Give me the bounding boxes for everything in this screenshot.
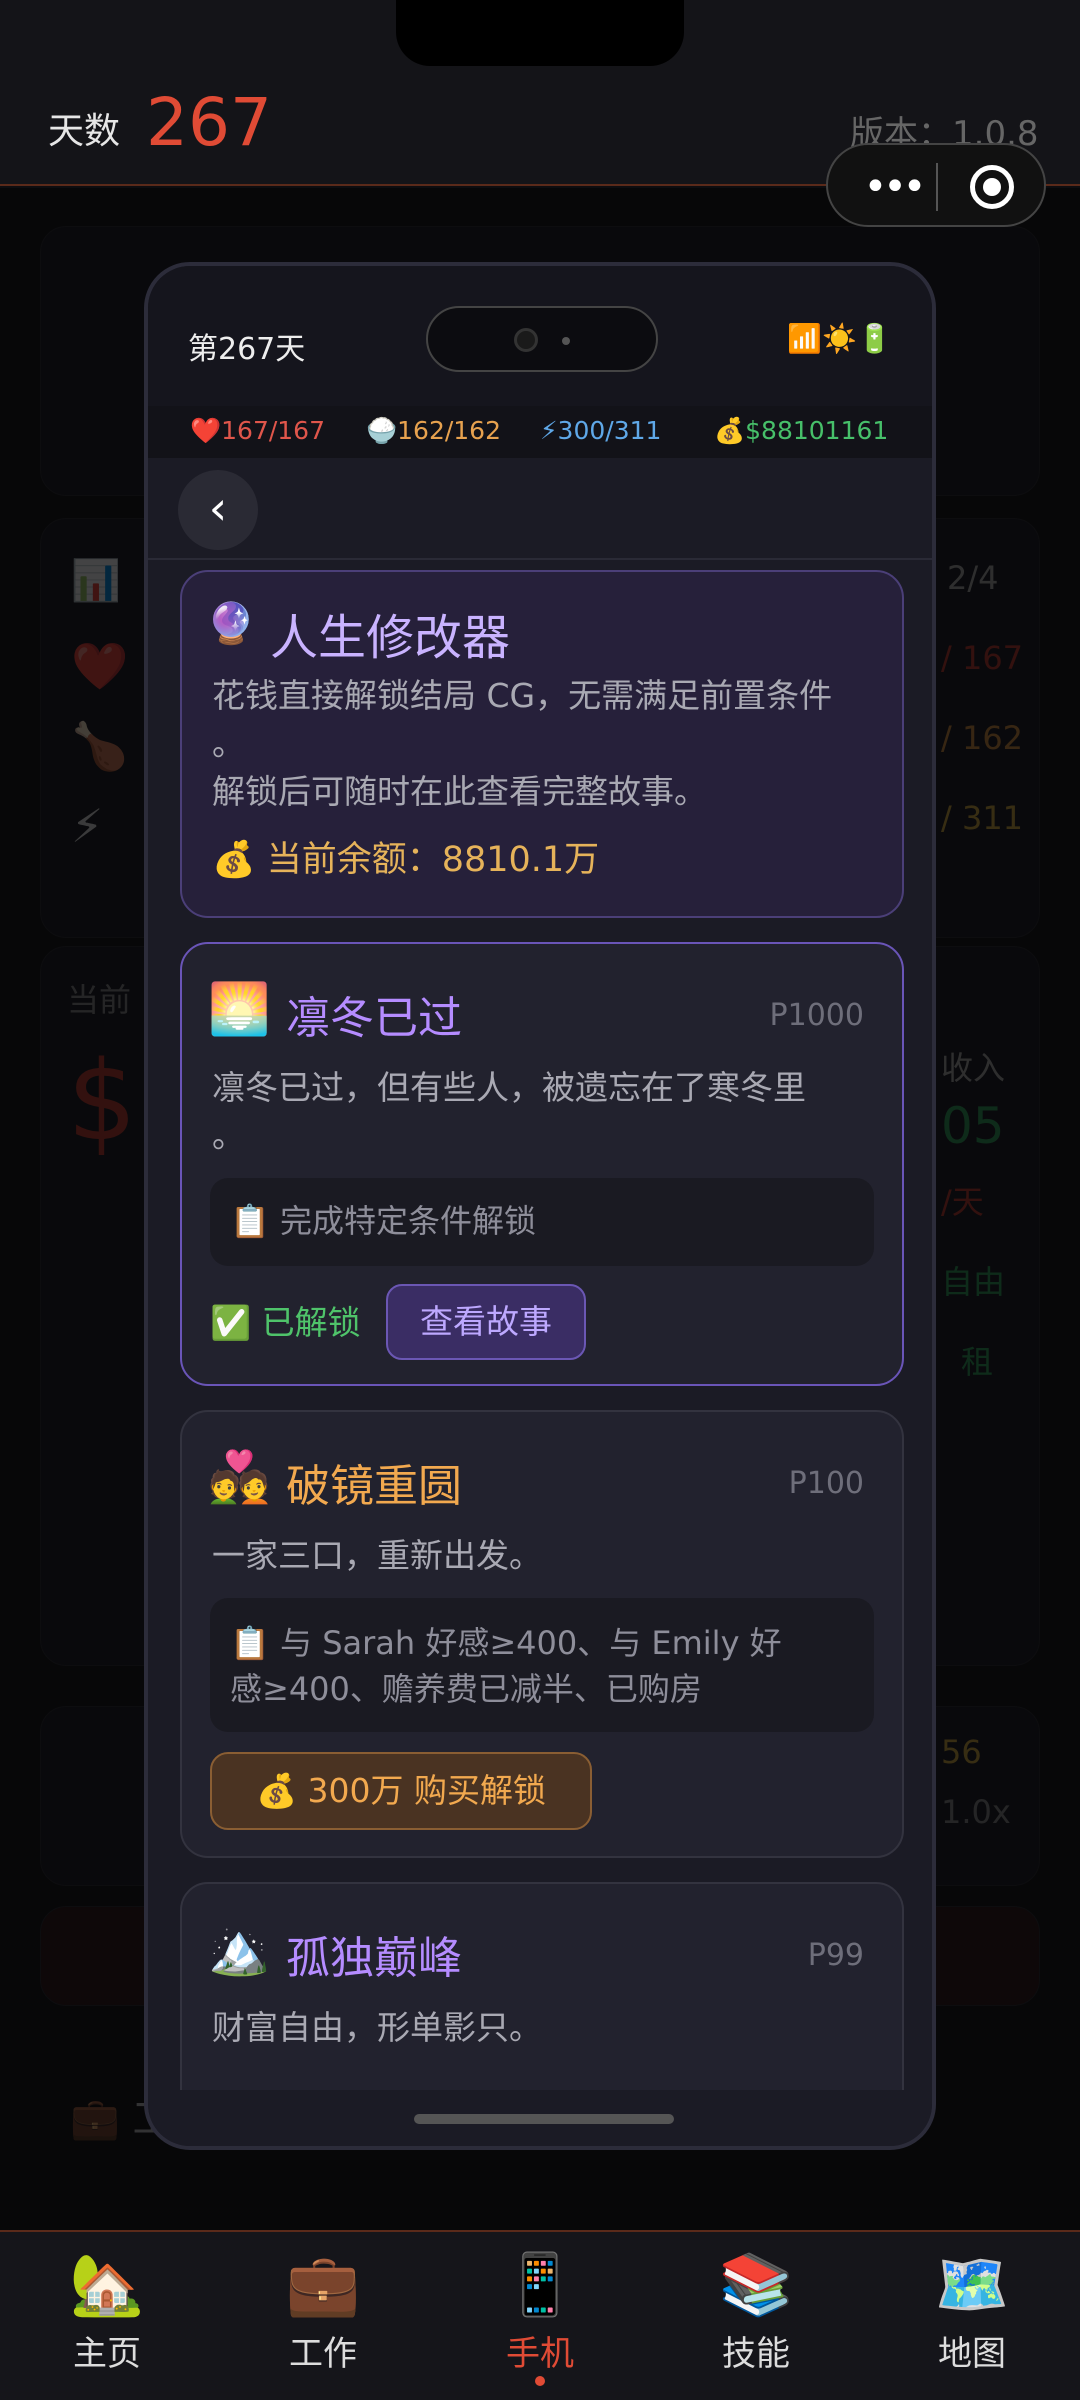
miniprogram-capsule: ••• <box>826 143 1046 227</box>
nav-phone[interactable]: 📱 手机 <box>455 2250 625 2375</box>
ending-code: P1000 <box>769 998 864 1033</box>
nav-label: 地图 <box>938 2334 1006 2374</box>
buy-unlock-button[interactable]: 💰 300万 购买解锁 <box>210 1752 592 1830</box>
nav-label: 技能 <box>722 2334 790 2374</box>
ending-code: P100 <box>788 1466 864 1501</box>
nav-map[interactable]: 🗺️ 地图 <box>887 2250 1057 2375</box>
phone-stats-row: ❤️167/167 🍚162/162 ⚡300/311 💰$88101161 <box>148 406 932 458</box>
device-notch <box>396 0 684 66</box>
phone-icon: 📱 <box>502 2250 578 2320</box>
unlock-condition: 📋 与 Sarah 好感≥400、与 Emily 好 感≥400、赡养费已减半、… <box>210 1598 874 1732</box>
ending-desc: 一家三口，重新出发。 <box>212 1536 542 1575</box>
modifier-title: 人生修改器 <box>270 610 511 666</box>
days-value: 267 <box>146 84 272 161</box>
sensor-dot <box>562 337 570 345</box>
ending-title: 破镜重圆 <box>286 1461 462 1512</box>
ending-title: 凛冬已过 <box>286 993 462 1044</box>
nav-label: 主页 <box>73 2334 141 2374</box>
phone-day: 第267天 <box>188 332 306 367</box>
sunrise-icon: 🌅 <box>208 980 271 1038</box>
ending-card-peak[interactable]: 🏔️ 孤独巅峰 P99 财富自由，形单影只。 <box>180 1882 904 2090</box>
bottom-nav: 🏡 主页 💼 工作 📱 手机 📚 技能 🗺️ 地图 <box>0 2230 1080 2400</box>
stat-energy: ⚡300/311 <box>540 416 662 445</box>
stat-money: 💰$88101161 <box>714 416 889 445</box>
nav-label: 工作 <box>289 2334 357 2374</box>
modifier-desc-line2: 解锁后可随时在此查看完整故事。 <box>212 772 707 811</box>
modifier-desc-line1: 花钱直接解锁结局 CG，无需满足前置条件 <box>212 676 833 715</box>
modifier-desc-wrap: 。 <box>212 724 245 763</box>
phone-modal: 第267天 📶☀️🔋 ❤️167/167 🍚162/162 ⚡300/311 💰… <box>144 262 936 2150</box>
more-menu-icon[interactable]: ••• <box>858 167 928 207</box>
condition-line1: 📋 与 Sarah 好感≥400、与 Emily 好 <box>230 1624 782 1662</box>
ending-code: P99 <box>807 1938 864 1973</box>
status-icons: 📶☀️🔋 <box>787 322 892 355</box>
endings-scroll[interactable]: 🔮 人生修改器 花钱直接解锁结局 CG，无需满足前置条件 。 解锁后可随时在此查… <box>148 562 932 2090</box>
ending-title: 孤独巅峰 <box>286 1933 462 1984</box>
briefcase-icon: 💼 <box>285 2250 361 2320</box>
phone-nav-row: ‹ <box>148 458 932 560</box>
stat-hp: ❤️167/167 <box>190 416 325 445</box>
mountain-icon: 🏔️ <box>208 1920 271 1978</box>
capsule-divider <box>936 163 938 211</box>
couple-icon: 💑 <box>208 1448 271 1506</box>
phone-bottom-bar <box>148 2090 932 2146</box>
ending-card-winter[interactable]: 🌅 凛冬已过 P1000 凛冬已过，但有些人，被遗忘在了寒冬里 。 📋 完成特定… <box>180 942 904 1386</box>
nav-label: 手机 <box>506 2334 574 2374</box>
unlock-condition: 📋 完成特定条件解锁 <box>210 1178 874 1266</box>
unlocked-status: ✅ 已解锁 <box>210 1303 361 1342</box>
ending-desc-wrap: 。 <box>212 1116 245 1155</box>
view-story-button[interactable]: 查看故事 <box>386 1284 586 1360</box>
active-tab-dot <box>535 2376 545 2386</box>
books-icon: 📚 <box>718 2250 794 2320</box>
close-miniprogram-icon[interactable] <box>970 165 1014 209</box>
ending-desc: 凛冬已过，但有些人，被遗忘在了寒冬里 <box>212 1068 806 1107</box>
days-label: 天数 <box>48 111 121 152</box>
back-button[interactable]: ‹ <box>178 470 258 550</box>
dynamic-island <box>426 306 658 372</box>
modifier-balance: 💰 当前余额：8810.1万 <box>212 840 600 880</box>
nav-skills[interactable]: 📚 技能 <box>671 2250 841 2375</box>
nav-work[interactable]: 💼 工作 <box>238 2250 408 2375</box>
life-modifier-card: 🔮 人生修改器 花钱直接解锁结局 CG，无需满足前置条件 。 解锁后可随时在此查… <box>180 570 904 918</box>
nav-home[interactable]: 🏡 主页 <box>22 2250 192 2375</box>
camera-icon <box>514 328 538 352</box>
stat-food: 🍚162/162 <box>366 416 501 445</box>
condition-line2: 感≥400、赡养费已减半、已购房 <box>230 1670 702 1708</box>
map-icon: 🗺️ <box>934 2250 1010 2320</box>
crystal-ball-icon: 🔮 <box>206 601 256 647</box>
home-indicator[interactable] <box>414 2114 674 2124</box>
ending-card-reunion[interactable]: 💑 破镜重圆 P100 一家三口，重新出发。 📋 与 Sarah 好感≥400、… <box>180 1410 904 1858</box>
phone-status-bar: 第267天 📶☀️🔋 <box>148 266 932 406</box>
ending-desc: 财富自由，形单影只。 <box>212 2008 542 2047</box>
house-icon: 🏡 <box>69 2250 145 2320</box>
